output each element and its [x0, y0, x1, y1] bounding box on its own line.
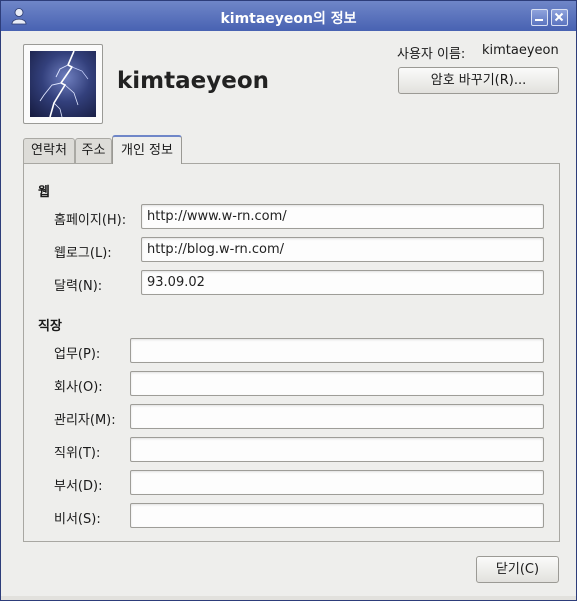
- personal-info-panel: 웹 홈페이지(H): 웹로그(L): 달력(N): 직장 업무(P): 회사(O…: [23, 163, 560, 542]
- weblog-label: 웹로그(L):: [54, 246, 112, 261]
- title-bar[interactable]: kimtaeyeon의 정보: [1, 1, 576, 31]
- user-photo[interactable]: [23, 44, 103, 124]
- about-me-window: kimtaeyeon의 정보 kimtaeyeon 사용자 이름: kimtae…: [0, 0, 577, 601]
- title-field[interactable]: [130, 437, 544, 462]
- tab-contact[interactable]: 연락처: [23, 138, 75, 163]
- assistant-field[interactable]: [130, 503, 544, 528]
- title-label: 직위(T):: [54, 446, 101, 461]
- homepage-field[interactable]: [141, 204, 544, 229]
- company-field[interactable]: [130, 371, 544, 396]
- weblog-field[interactable]: [141, 237, 544, 262]
- window-bottom-edge[interactable]: [1, 596, 576, 600]
- web-section-heading: 웹: [38, 185, 50, 200]
- assistant-label: 비서(S):: [54, 512, 101, 527]
- profession-field[interactable]: [130, 338, 544, 363]
- change-password-button[interactable]: 암호 바꾸기(R)...: [398, 67, 559, 94]
- close-icon[interactable]: [551, 9, 568, 26]
- manager-label: 관리자(M):: [54, 413, 116, 428]
- window-title: kimtaeyeon의 정보: [220, 11, 357, 27]
- lightning-photo: [30, 51, 96, 117]
- username-value: kimtaeyeon: [482, 43, 559, 58]
- work-section-heading: 직장: [38, 319, 62, 334]
- manager-field[interactable]: [130, 404, 544, 429]
- profession-label: 업무(P):: [54, 347, 101, 362]
- department-field[interactable]: [130, 470, 544, 495]
- close-button[interactable]: 닫기(C): [476, 556, 559, 583]
- homepage-label: 홈페이지(H):: [54, 213, 127, 228]
- calendar-label: 달력(N):: [54, 279, 103, 294]
- department-label: 부서(D):: [54, 479, 103, 494]
- username-label: 사용자 이름:: [397, 47, 466, 62]
- minimize-icon[interactable]: [531, 9, 548, 26]
- display-name: kimtaeyeon: [117, 68, 270, 94]
- calendar-field[interactable]: [141, 270, 544, 295]
- tab-personal-info[interactable]: 개인 정보: [112, 135, 182, 164]
- tab-address[interactable]: 주소: [75, 138, 112, 163]
- company-label: 회사(O):: [54, 380, 103, 395]
